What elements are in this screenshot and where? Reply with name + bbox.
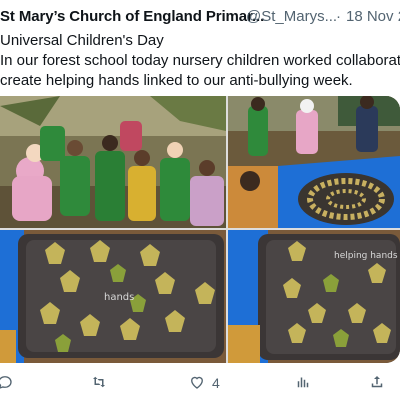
retweet-button[interactable]	[90, 372, 108, 394]
views-icon	[294, 373, 312, 394]
separator-dot: ·	[336, 8, 341, 25]
author-name[interactable]: St Mary’s Church of England Primar...	[0, 8, 264, 25]
heart-icon	[188, 373, 206, 394]
tweet-text-line: Universal Children's Day	[0, 32, 164, 49]
photo-leaf-circle[interactable]	[228, 96, 400, 228]
tweet-text-line: In our forest school today nursery child…	[0, 52, 400, 69]
views-button[interactable]	[294, 372, 312, 394]
reply-button[interactable]	[0, 372, 14, 394]
author-handle[interactable]: @St_Marys...	[246, 8, 337, 25]
tweet-actions: 4	[0, 372, 400, 394]
tweet-header: St Mary’s Church of England Primar... @S…	[0, 8, 400, 28]
tweet-text: Universal Children's Day In our forest s…	[0, 31, 400, 91]
like-button[interactable]: 4	[188, 372, 220, 394]
share-button[interactable]	[368, 372, 386, 394]
tray-chalk-text: helping hands	[334, 251, 398, 261]
reply-icon	[0, 373, 14, 394]
photo-leaf-hands-tray[interactable]: hands	[0, 230, 226, 363]
tray-chalk-text: hands	[104, 292, 134, 303]
tweet-timestamp[interactable]: 18 Nov 2	[346, 8, 400, 25]
photo-leaf-hands-close[interactable]: helping hands	[228, 230, 400, 363]
tweet-text-line: create helping hands linked to our anti-…	[0, 72, 353, 89]
share-icon	[368, 373, 386, 394]
retweet-icon	[90, 373, 108, 394]
media-grid: hands helping hands	[0, 96, 400, 363]
like-count: 4	[212, 375, 220, 391]
photo-children-in-forest[interactable]	[0, 96, 226, 228]
